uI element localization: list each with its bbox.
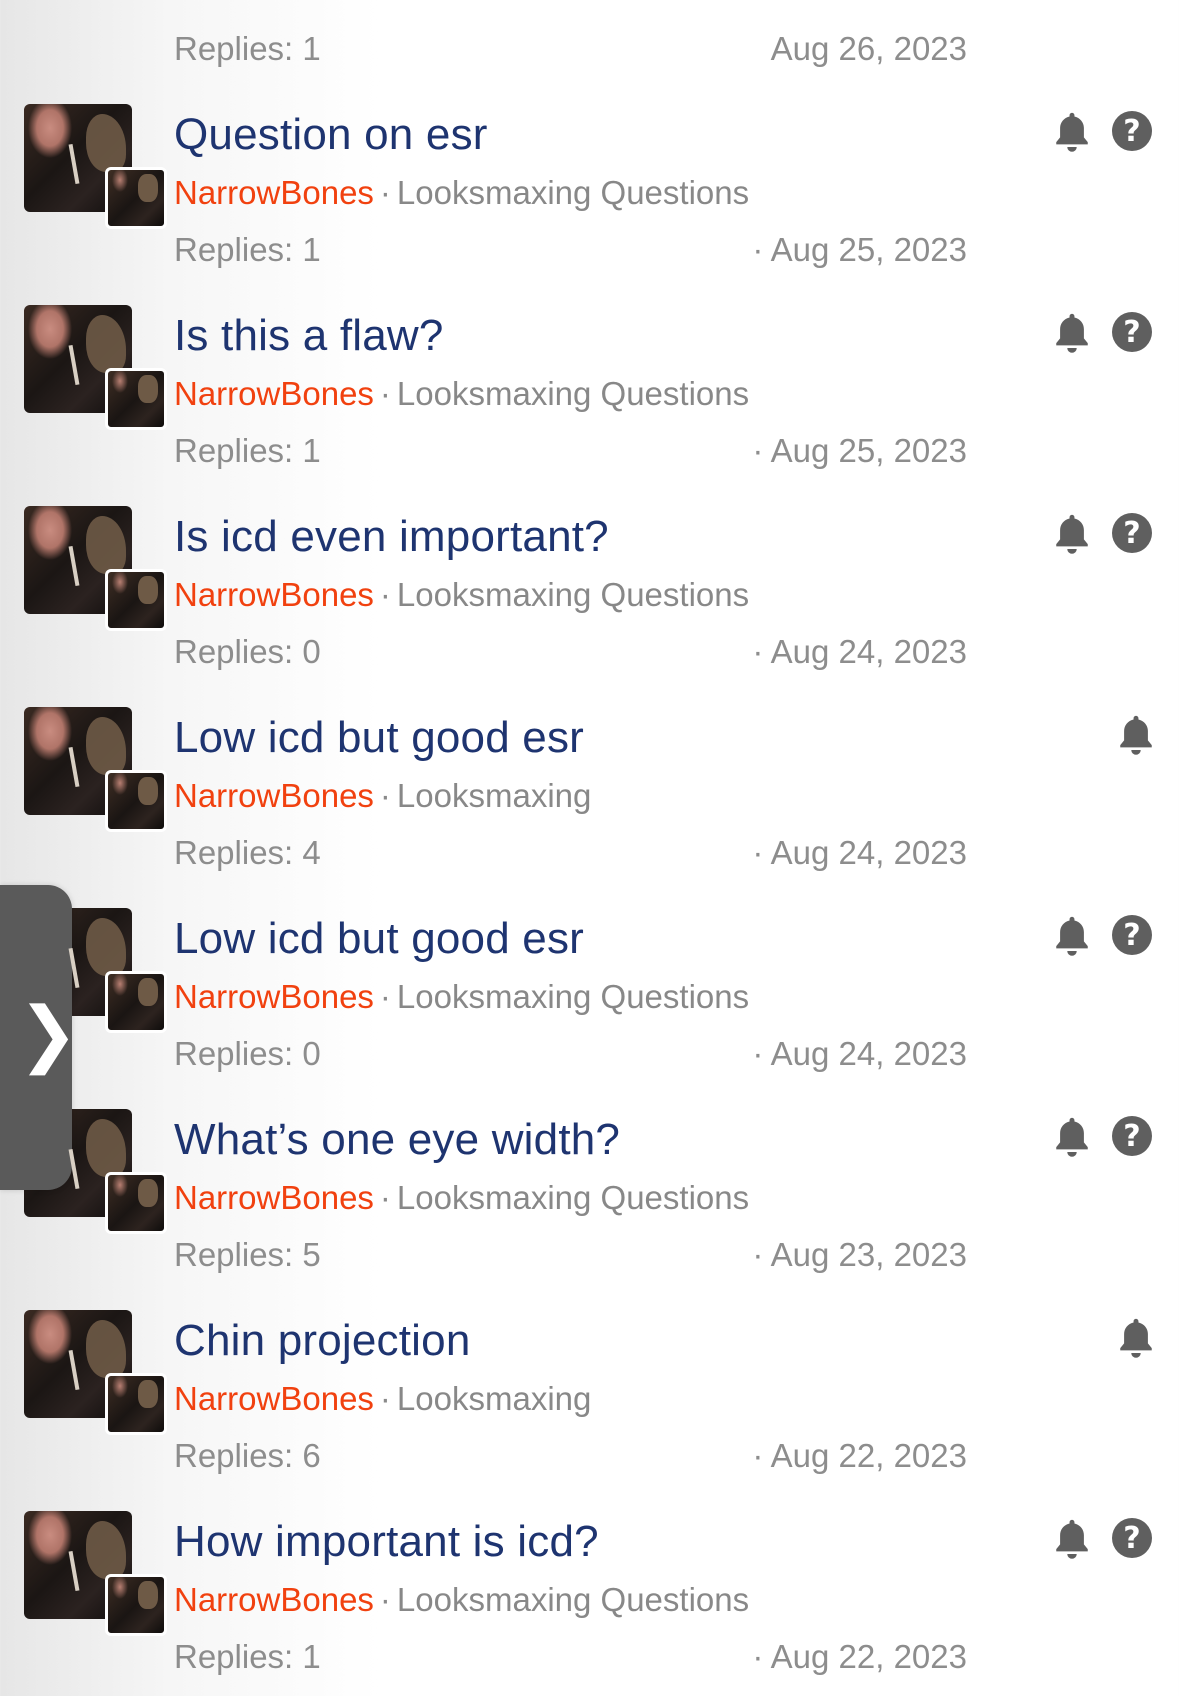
forum-link[interactable]: Looksmaxing Questions <box>397 174 749 211</box>
thread-date: Aug 26, 2023 <box>770 30 967 67</box>
thread-title[interactable]: Question on esr <box>174 110 488 160</box>
thread-date: · Aug 22, 2023 <box>752 1638 967 1675</box>
author-link[interactable]: NarrowBones <box>174 1179 374 1216</box>
sidebar-drawer-toggle[interactable]: ❯ <box>0 885 78 1190</box>
replies-count: Replies: 0 <box>174 633 321 670</box>
replies-count: Replies: 1 <box>174 231 321 268</box>
question-icon: ? <box>1112 111 1152 151</box>
last-poster-avatar[interactable] <box>105 167 167 229</box>
thread-meta: NarrowBones · Looksmaxing Questions <box>174 174 749 212</box>
question-icon: ? <box>1112 513 1152 553</box>
thread-date: · Aug 24, 2023 <box>752 1035 967 1072</box>
thread-row[interactable]: How important is icd? NarrowBones · Looksm… <box>0 1495 1179 1696</box>
thread-title[interactable]: Is icd even important? <box>174 512 609 562</box>
forum-link[interactable]: Looksmaxing <box>397 1380 591 1417</box>
replies-count: Replies: 6 <box>174 1437 321 1474</box>
author-link[interactable]: NarrowBones <box>174 1380 374 1417</box>
bell-icon[interactable] <box>1051 1517 1093 1563</box>
thread-list: Replies: 1 Aug 26, 2023 Question on esr … <box>0 0 1179 1696</box>
thread-date: · Aug 22, 2023 <box>752 1437 967 1474</box>
thread-title[interactable]: Low icd but good esr <box>174 713 584 763</box>
thread-row-partial[interactable]: Replies: 1 Aug 26, 2023 <box>0 0 1179 88</box>
thread-date: · Aug 25, 2023 <box>752 432 967 469</box>
author-link[interactable]: NarrowBones <box>174 375 374 412</box>
thread-date: · Aug 24, 2023 <box>752 834 967 871</box>
last-poster-avatar[interactable] <box>105 1574 167 1636</box>
thread-row[interactable]: Is icd even important? NarrowBones · Looks… <box>0 490 1179 691</box>
question-icon: ? <box>1112 312 1152 352</box>
chevron-right-icon: ❯ <box>18 991 79 1075</box>
thread-meta: NarrowBones · Looksmaxing Questions <box>174 375 749 413</box>
author-link[interactable]: NarrowBones <box>174 777 374 814</box>
forum-link[interactable]: Looksmaxing Questions <box>397 576 749 613</box>
bell-icon[interactable] <box>1115 1316 1157 1362</box>
thread-meta: NarrowBones · Looksmaxing <box>174 1380 591 1418</box>
last-poster-avatar[interactable] <box>105 368 167 430</box>
question-icon: ? <box>1112 1518 1152 1558</box>
forum-link[interactable]: Looksmaxing Questions <box>397 1179 749 1216</box>
replies-count: Replies: 0 <box>174 1035 321 1072</box>
meta-separator: · <box>379 1581 391 1618</box>
thread-title[interactable]: What’s one eye width? <box>174 1115 620 1165</box>
forum-link[interactable]: Looksmaxing Questions <box>397 375 749 412</box>
thread-title[interactable]: How important is icd? <box>174 1517 599 1567</box>
replies-count: Replies: 4 <box>174 834 321 871</box>
meta-separator: · <box>379 1380 391 1417</box>
meta-separator: · <box>379 375 391 412</box>
replies-count: Replies: 1 <box>174 1638 321 1675</box>
thread-row[interactable]: Is this a flaw? NarrowBones · Looksmaxing … <box>0 289 1179 490</box>
thread-meta: NarrowBones · Looksmaxing Questions <box>174 978 749 1016</box>
last-poster-avatar[interactable] <box>105 971 167 1033</box>
thread-meta: NarrowBones · Looksmaxing Questions <box>174 1581 749 1619</box>
thread-title[interactable]: Is this a flaw? <box>174 311 444 361</box>
thread-row[interactable]: What’s one eye width? NarrowBones · Looksm… <box>0 1093 1179 1294</box>
author-link[interactable]: NarrowBones <box>174 1581 374 1618</box>
question-icon: ? <box>1112 915 1152 955</box>
thread-meta: NarrowBones · Looksmaxing Questions <box>174 1179 749 1217</box>
meta-separator: · <box>379 777 391 814</box>
thread-meta: NarrowBones · Looksmaxing Questions <box>174 576 749 614</box>
bell-icon[interactable] <box>1115 713 1157 759</box>
thread-date: · Aug 24, 2023 <box>752 633 967 670</box>
thread-title[interactable]: Chin projection <box>174 1316 471 1366</box>
forum-link[interactable]: Looksmaxing Questions <box>397 1581 749 1618</box>
last-poster-avatar[interactable] <box>105 1172 167 1234</box>
bell-icon[interactable] <box>1051 110 1093 156</box>
forum-link[interactable]: Looksmaxing <box>397 777 591 814</box>
last-poster-avatar[interactable] <box>105 770 167 832</box>
replies-count: Replies: 1 <box>174 30 321 67</box>
replies-count: Replies: 5 <box>174 1236 321 1273</box>
question-icon: ? <box>1112 1116 1152 1156</box>
author-link[interactable]: NarrowBones <box>174 978 374 1015</box>
thread-row[interactable]: Low icd but good esr NarrowBones · Looksma… <box>0 892 1179 1093</box>
thread-row[interactable]: Low icd but good esr NarrowBones · Looksma… <box>0 691 1179 892</box>
meta-separator: · <box>379 174 391 211</box>
thread-title[interactable]: Low icd but good esr <box>174 914 584 964</box>
thread-date: · Aug 25, 2023 <box>752 231 967 268</box>
thread-row[interactable]: Chin projection NarrowBones · Looksmaxing … <box>0 1294 1179 1495</box>
thread-row[interactable]: Question on esr NarrowBones · Looksmaxing … <box>0 88 1179 289</box>
meta-separator: · <box>379 576 391 613</box>
thread-meta: NarrowBones · Looksmaxing <box>174 777 591 815</box>
bell-icon[interactable] <box>1051 512 1093 558</box>
forum-link[interactable]: Looksmaxing Questions <box>397 978 749 1015</box>
meta-separator: · <box>379 978 391 1015</box>
last-poster-avatar[interactable] <box>105 569 167 631</box>
bell-icon[interactable] <box>1051 914 1093 960</box>
bell-icon[interactable] <box>1051 1115 1093 1161</box>
replies-count: Replies: 1 <box>174 432 321 469</box>
author-link[interactable]: NarrowBones <box>174 576 374 613</box>
thread-date: · Aug 23, 2023 <box>752 1236 967 1273</box>
last-poster-avatar[interactable] <box>105 1373 167 1435</box>
bell-icon[interactable] <box>1051 311 1093 357</box>
author-link[interactable]: NarrowBones <box>174 174 374 211</box>
meta-separator: · <box>379 1179 391 1216</box>
